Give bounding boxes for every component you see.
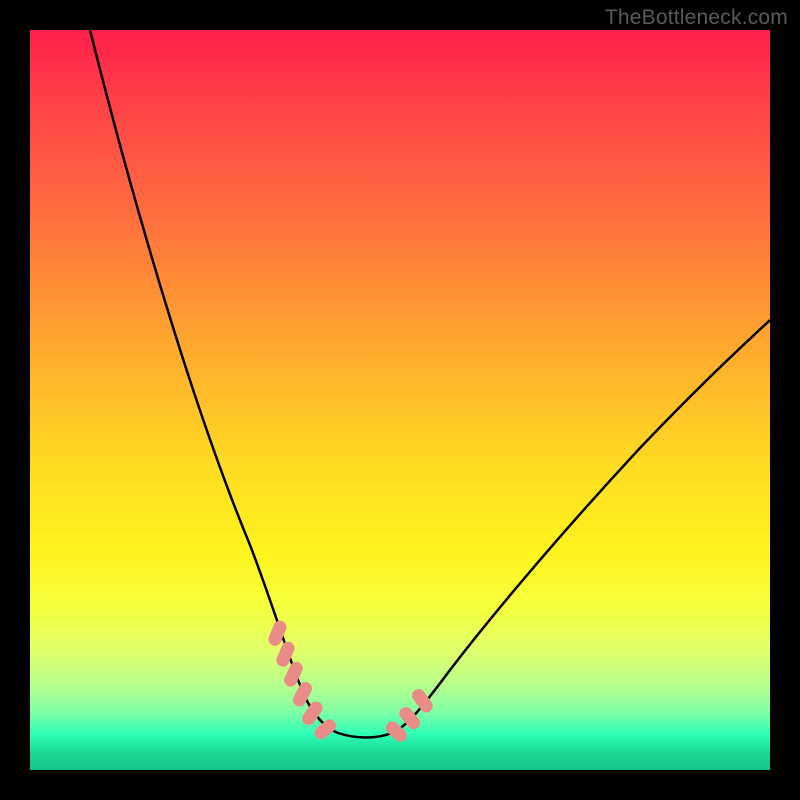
- watermark-text: TheBottleneck.com: [605, 6, 788, 30]
- bottleneck-curve: [90, 30, 770, 738]
- right-knot-cluster: [383, 686, 435, 744]
- left-knot-cluster: [267, 619, 339, 742]
- chart-frame: [30, 30, 770, 770]
- bottleneck-curve-svg: [30, 30, 770, 770]
